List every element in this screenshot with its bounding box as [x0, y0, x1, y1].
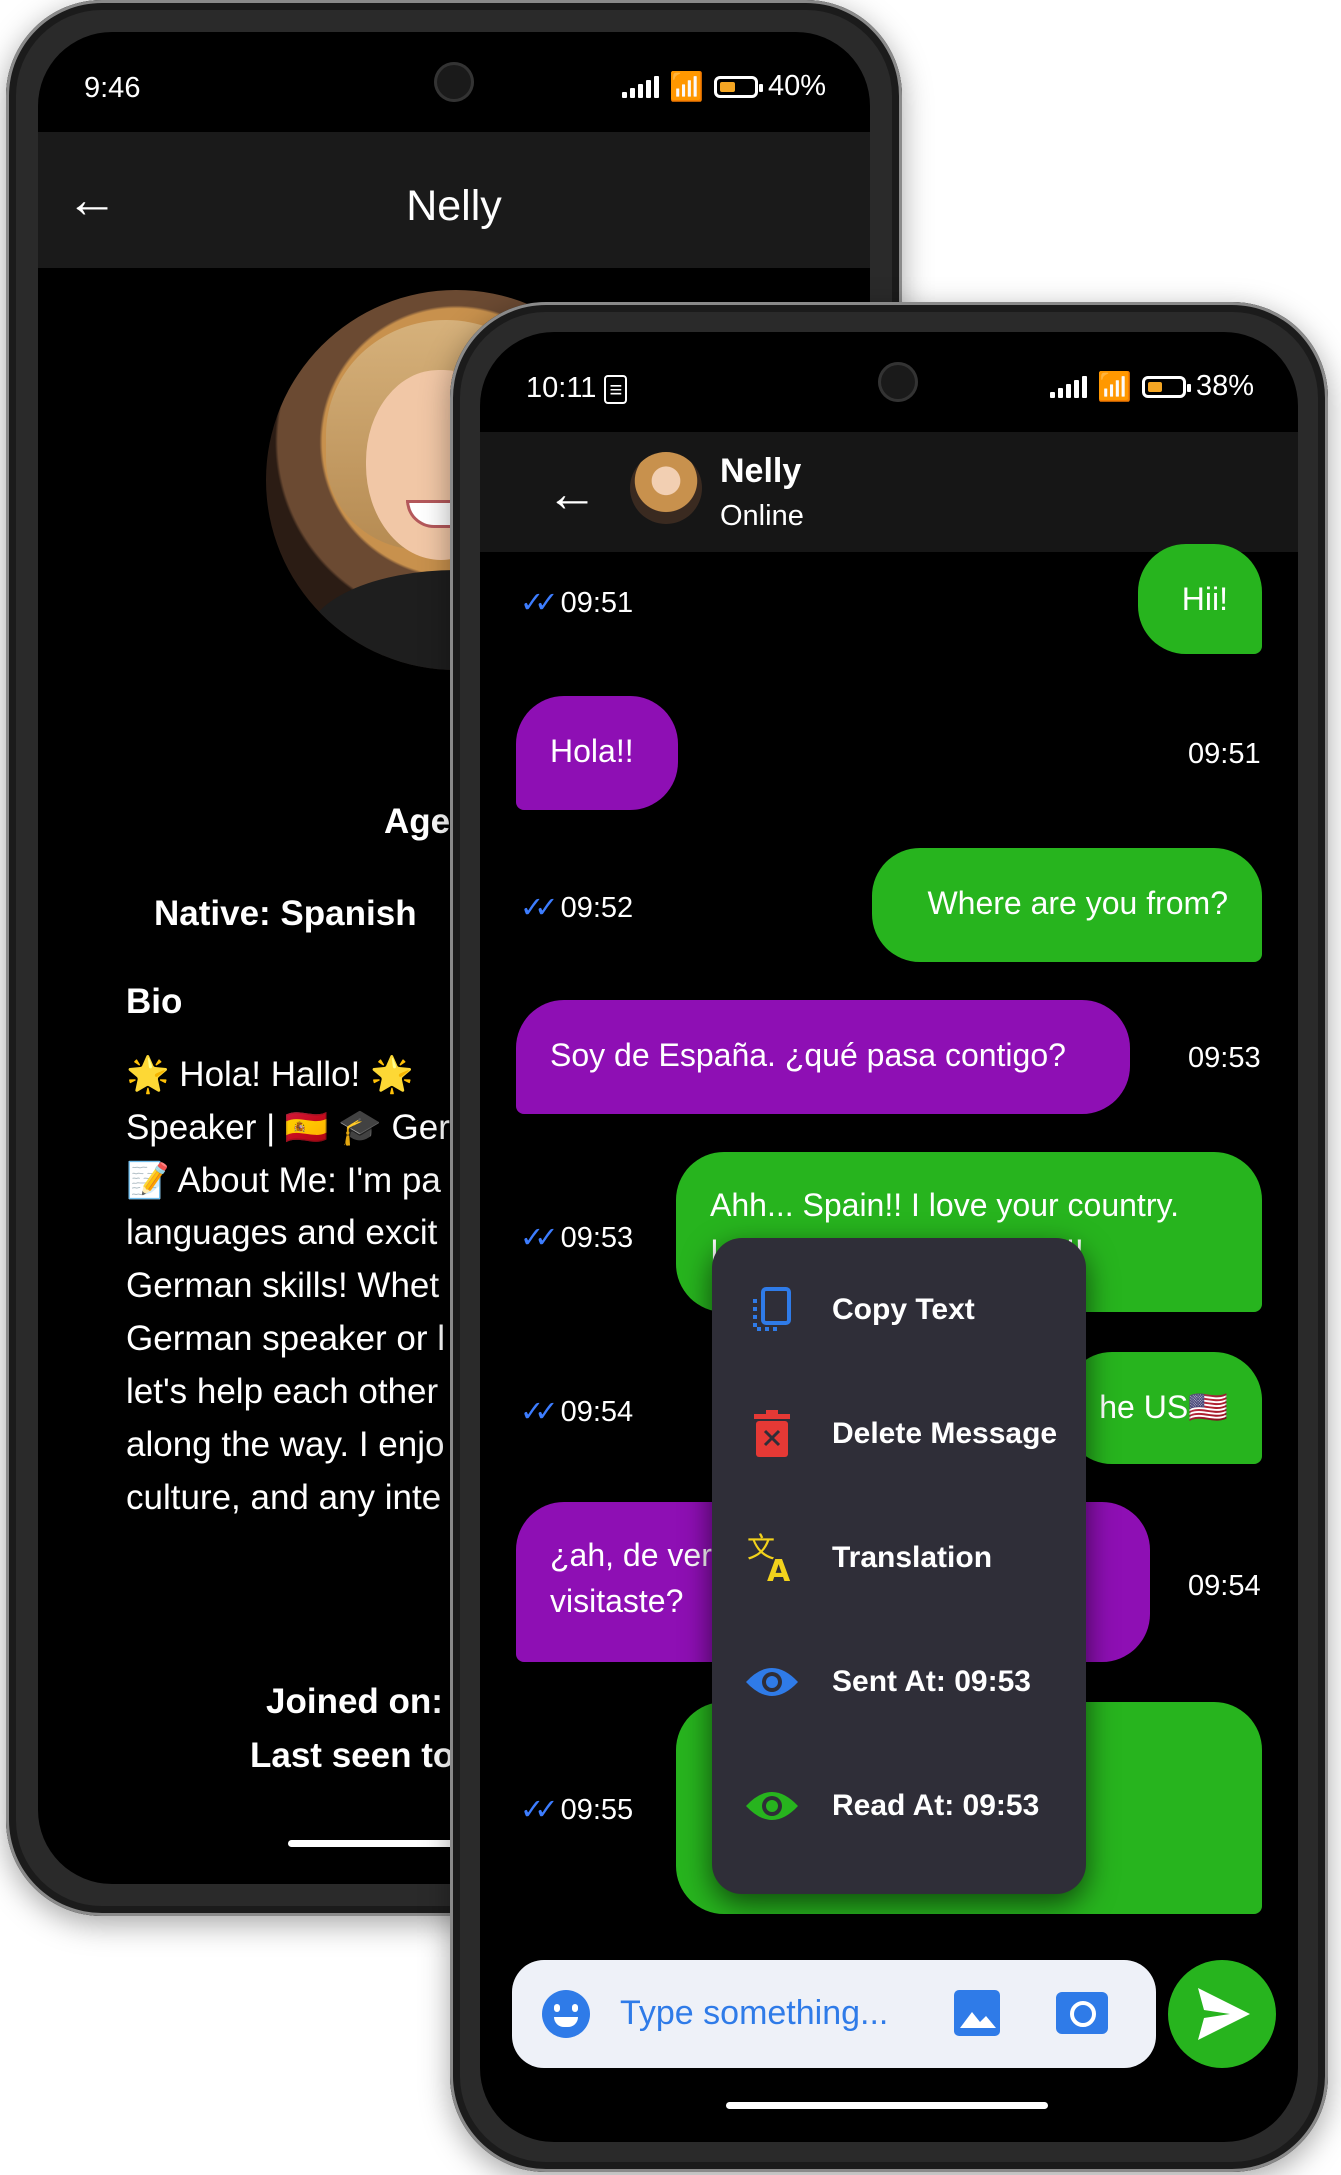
bio-line: along the way. I enjo — [126, 1425, 445, 1464]
message-timestamp: 09:53 — [1188, 1042, 1261, 1075]
battery-icon — [713, 75, 763, 98]
message-timestamp: ✓✓ 09:52 — [520, 890, 633, 925]
age-label: Age — [384, 802, 451, 841]
timestamp-text: 09:51 — [560, 587, 634, 619]
send-icon — [1198, 1988, 1250, 2040]
bio-line: culture, and any inte — [126, 1478, 442, 1517]
menu-item-copy-text[interactable]: Copy Text — [712, 1250, 1086, 1370]
message-input-bar[interactable]: Type something... — [512, 1960, 1156, 2068]
back-arrow-icon[interactable]: ← — [546, 468, 598, 520]
battery-icon — [1141, 375, 1191, 398]
wifi-icon: 📶 — [669, 71, 704, 102]
contact-avatar[interactable] — [630, 452, 702, 524]
front-camera — [878, 362, 918, 402]
double-check-icon: ✓✓ — [520, 1396, 558, 1428]
message-text: Where are you from? — [927, 885, 1228, 921]
native-language: Native: Spanish — [154, 894, 417, 933]
bio-line: German skills! Whet — [126, 1266, 440, 1305]
timestamp-text: 09:53 — [1188, 1042, 1261, 1074]
message-context-menu: Copy Text Delete Message 文A Translation … — [712, 1238, 1086, 1894]
menu-item-delete-message[interactable]: Delete Message — [712, 1374, 1086, 1494]
bio-line: Speaker | 🇪🇸 🎓 Ger — [126, 1108, 450, 1147]
eye-icon — [712, 1664, 832, 1700]
battery-percent: 38% — [1195, 370, 1254, 402]
status-time: 9:46 — [84, 72, 141, 104]
message-input[interactable]: Type something... — [620, 1994, 888, 2033]
outgoing-message-bubble[interactable]: Hii! — [1138, 544, 1262, 654]
bio-heading: Bio — [126, 982, 183, 1021]
notification-icon: ≡ — [604, 375, 628, 404]
signal-icon — [1050, 375, 1088, 398]
message-text: Ahh... Spain!! I love your country. — [710, 1187, 1179, 1223]
double-check-icon: ✓✓ — [520, 587, 558, 619]
message-timestamp: ✓✓ 09:54 — [520, 1394, 633, 1429]
outgoing-message-bubble[interactable]: Where are you from? — [872, 848, 1262, 962]
timestamp-text: 09:51 — [1188, 738, 1261, 770]
emoji-icon[interactable] — [542, 1990, 590, 2038]
double-check-icon: ✓✓ — [520, 892, 558, 924]
bio-line: 🌟 Hola! Hallo! 🌟 — [126, 1055, 414, 1094]
incoming-message-bubble[interactable]: Hola!! — [516, 696, 678, 810]
timestamp-text: 09:54 — [1188, 1570, 1261, 1602]
svg-text:A: A — [767, 1554, 791, 1585]
bio-line: German speaker or l — [126, 1319, 446, 1358]
message-timestamp: ✓✓ 09:53 — [520, 1220, 633, 1255]
bio-line: let's help each other — [126, 1372, 439, 1411]
timestamp-text: 09:54 — [560, 1396, 634, 1428]
timestamp-text: 09:53 — [560, 1222, 634, 1254]
bio-line: languages and excit — [126, 1213, 438, 1252]
timestamp-text: 09:52 — [560, 892, 634, 924]
trash-icon — [712, 1409, 832, 1459]
incoming-message-bubble[interactable]: Soy de España. ¿qué pasa contigo? — [516, 1000, 1130, 1114]
menu-item-sent-at[interactable]: Sent At: 09:53 — [712, 1622, 1086, 1742]
double-check-icon: ✓✓ — [520, 1794, 558, 1826]
message-timestamp: ✓✓ 09:51 — [520, 585, 633, 620]
send-button[interactable] — [1168, 1960, 1276, 2068]
image-icon[interactable] — [954, 1990, 1000, 2036]
home-indicator — [726, 2102, 1048, 2109]
message-text: he US🇺🇸 — [1099, 1389, 1228, 1425]
chat-app-bar: ← Nelly Online — [480, 432, 1298, 552]
profile-app-bar: ← Nelly — [38, 132, 870, 268]
menu-item-translation[interactable]: 文A Translation — [712, 1498, 1086, 1618]
wifi-icon: 📶 — [1097, 371, 1132, 402]
camera-icon[interactable] — [1056, 1992, 1108, 2034]
front-camera — [434, 62, 474, 102]
bio-line: 📝 About Me: I'm pa — [126, 1161, 441, 1200]
status-time: 10:11 ≡ — [526, 372, 628, 405]
message-text: Hii! — [1181, 581, 1228, 617]
joined-on: Joined on: — [266, 1682, 443, 1721]
page-title: Nelly — [406, 182, 502, 230]
contact-status: Online — [720, 500, 804, 532]
last-seen: Last seen to — [250, 1736, 455, 1775]
timestamp-text: 09:55 — [560, 1794, 634, 1826]
outgoing-message-bubble[interactable]: he US🇺🇸 — [1064, 1352, 1262, 1464]
message-timestamp: 09:51 — [1188, 738, 1261, 771]
double-check-icon: ✓✓ — [520, 1222, 558, 1254]
menu-item-read-at[interactable]: Read At: 09:53 — [712, 1746, 1086, 1866]
message-timestamp: ✓✓ 09:55 — [520, 1792, 633, 1827]
message-timestamp: 09:54 — [1188, 1570, 1261, 1603]
copy-icon — [712, 1285, 832, 1335]
contact-name[interactable]: Nelly — [720, 452, 801, 491]
message-text: Hola!! — [550, 733, 634, 769]
translate-icon: 文A — [712, 1531, 832, 1585]
battery-percent: 40% — [767, 70, 826, 102]
eye-icon — [712, 1788, 832, 1824]
signal-icon — [622, 75, 660, 98]
message-text: Soy de España. ¿qué pasa contigo? — [550, 1037, 1066, 1073]
